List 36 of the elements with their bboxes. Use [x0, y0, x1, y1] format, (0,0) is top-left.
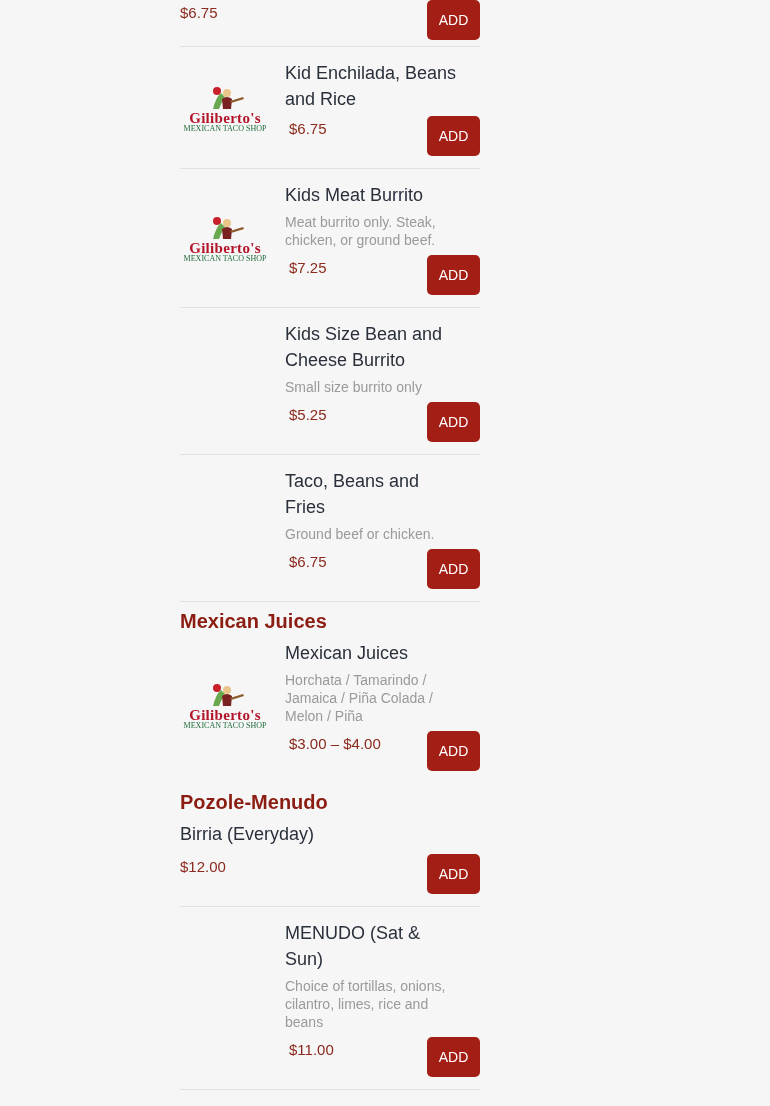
logo-tagline: MEXICAN TACO SHOP	[183, 722, 267, 729]
item-price: $6.75	[289, 120, 327, 137]
item-name: Taco, Beans and Fries	[285, 470, 421, 519]
add-button[interactable]: ADD	[427, 731, 480, 771]
item-description: Ground beef or chicken.	[285, 525, 436, 543]
item-name: Kids Meat Burrito	[285, 184, 425, 207]
add-button[interactable]: ADD	[427, 1037, 480, 1077]
item-price: $11.00	[289, 1041, 334, 1058]
item-description: Meat burrito only. Steak, chicken, or ground beef.	[285, 213, 437, 249]
logo-tagline: MEXICAN TACO SHOP	[183, 255, 267, 262]
item-price: $7.25	[289, 259, 327, 276]
section-heading: Mexican Juices	[180, 609, 328, 634]
add-button[interactable]: ADD	[427, 0, 480, 40]
add-button[interactable]: ADD	[427, 854, 480, 894]
item-price: $12.00	[180, 858, 226, 875]
item-description: Small size burrito only	[285, 378, 423, 396]
item-price: $5.25	[289, 406, 327, 423]
item-name: Birria (Everyday)	[180, 823, 316, 846]
item-price: $6.75	[289, 553, 327, 570]
item-name: MENUDO (Sat & Sun)	[285, 922, 422, 971]
logo-name: Giliberto's	[189, 241, 261, 255]
item-description: Choice of tortillas, onions, cilantro, limes, rice and beans	[285, 977, 447, 1031]
logo-name: Giliberto's	[189, 110, 261, 125]
item-name: Kid Enchilada, Beans and Rice	[285, 62, 458, 111]
item-description: Horchata / Tamarindo / Jamaica / Piña Colada / Melon / Piña	[285, 671, 434, 725]
logo-name: Giliberto's	[189, 708, 261, 722]
add-button[interactable]: ADD	[427, 116, 480, 156]
item-price: $3.00 – $4.00	[289, 735, 381, 752]
item-name: Kids Size Bean and Cheese Burrito	[285, 323, 444, 372]
logo-tagline: MEXICAN TACO SHOP	[183, 124, 267, 132]
section-heading: Pozole-Menudo	[180, 790, 329, 815]
item-price: $6.75	[180, 4, 218, 21]
add-button[interactable]: ADD	[427, 402, 480, 442]
item-name: Mexican Juices	[285, 642, 410, 665]
add-button[interactable]: ADD	[427, 549, 480, 589]
add-button[interactable]: ADD	[427, 255, 480, 295]
